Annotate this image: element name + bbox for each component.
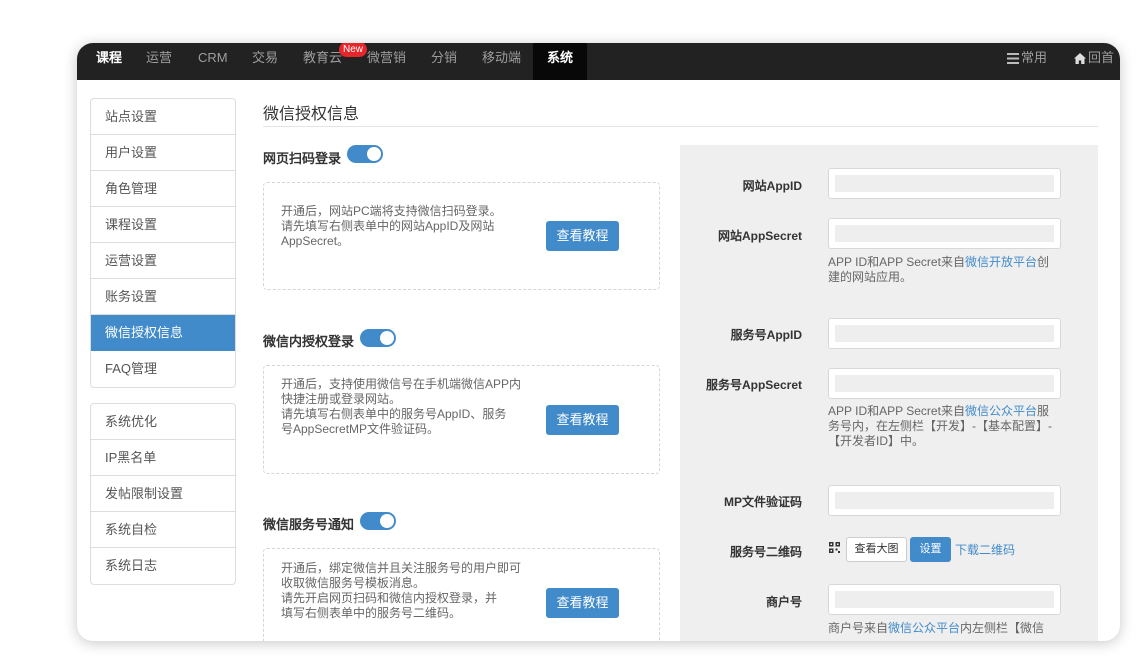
service-notify-tutorial-button[interactable]: 查看教程 <box>546 588 619 618</box>
service-appsecret-help: APP ID和APP Secret来自微信公众平台服 务号内，在左侧栏【开发】-… <box>828 404 1068 449</box>
sidebar-item-course[interactable]: 课程设置 <box>91 207 235 243</box>
help-text: 商户号来自 <box>828 621 889 635</box>
desc-line: 请先填写右侧表单中的服务号AppID、服务 <box>281 407 507 421</box>
sidebar-settings-group: 站点设置 用户设置 角色管理 课程设置 运营设置 账务设置 微信授权信息 FAQ… <box>90 98 236 388</box>
sidebar-item-account[interactable]: 账务设置 <box>91 279 235 315</box>
help-text: 内左侧栏【微信 <box>960 621 1045 635</box>
merchant-id-label: 商户号 <box>765 595 802 609</box>
section-title-web-scan: 网页扫码登录 <box>263 151 342 166</box>
wechat-public-platform-link[interactable]: 微信公众平台 <box>965 404 1037 418</box>
merchant-id-help: 商户号来自微信公众平台内左侧栏【微信 <box>828 621 1068 636</box>
section-title-service-notify: 微信服务号通知 <box>263 517 355 532</box>
wechat-open-platform-link[interactable]: 微信开放平台 <box>965 255 1037 269</box>
sidebar-item-user[interactable]: 用户设置 <box>91 135 235 171</box>
qrcode-icon <box>829 542 840 553</box>
download-qrcode-link[interactable]: 下载二维码 <box>955 541 1015 558</box>
set-qrcode-button[interactable]: 设置 <box>910 537 951 562</box>
desc-line: 号AppSecretMP文件验证码。 <box>281 422 440 436</box>
nav-trade[interactable]: 交易 <box>252 43 278 80</box>
desc-line: 收取微信服务号模板消息。 <box>281 576 426 590</box>
sidebar-item-ip-blacklist[interactable]: IP黑名单 <box>91 440 235 476</box>
service-notify-toggle[interactable] <box>360 512 396 530</box>
sidebar-system-group: 系统优化 IP黑名单 发帖限制设置 系统自检 系统日志 <box>90 403 236 585</box>
section-title-wechat-auth: 微信内授权登录 <box>263 334 355 349</box>
nav-favorites-label: 常用 <box>1021 50 1048 65</box>
desc-line: 请先开启网页扫码和微信内授权登录，并 <box>281 591 498 605</box>
service-notify-description: 开通后，绑定微信并且关注服务号的用户即可 收取微信服务号模板消息。 请先开启网页… <box>281 561 541 621</box>
sidebar-item-post-limit[interactable]: 发帖限制设置 <box>91 476 235 512</box>
wechat-auth-tutorial-button[interactable]: 查看教程 <box>546 405 619 435</box>
view-large-button[interactable]: 查看大图 <box>846 537 907 562</box>
desc-line: 快捷注册或登录网站。 <box>281 392 402 406</box>
sidebar-item-site[interactable]: 站点设置 <box>91 99 235 135</box>
site-appsecret-help: APP ID和APP Secret来自微信开放平台创 建的网站应用。 <box>828 255 1068 285</box>
wechat-auth-toggle[interactable] <box>360 329 396 347</box>
desc-line: 开通后，网站PC端将支持微信扫码登录。 <box>281 204 502 218</box>
help-text: 创 <box>1036 255 1049 269</box>
sidebar-item-role[interactable]: 角色管理 <box>91 171 235 207</box>
sidebar-item-operation[interactable]: 运营设置 <box>91 243 235 279</box>
web-scan-tutorial-button[interactable]: 查看教程 <box>546 221 619 251</box>
desc-line: 开通后，支持使用微信号在手机端微信APP内 <box>281 377 522 391</box>
service-appid-label: 服务号AppID <box>730 328 802 342</box>
help-text: 务号内，在左侧栏【开发】-【基本配置】- <box>828 419 1052 433</box>
page-title: 微信授权信息 <box>263 106 360 123</box>
service-appid-input[interactable] <box>828 318 1061 349</box>
desc-line: 开通后，绑定微信并且关注服务号的用户即可 <box>281 561 522 575</box>
nav-mobile[interactable]: 移动端 <box>482 43 521 80</box>
help-text: 服 <box>1036 404 1049 418</box>
nav-home[interactable]: 回首 <box>1074 43 1114 80</box>
sidebar-item-wechat-auth[interactable]: 微信授权信息 <box>91 315 235 351</box>
site-appsecret-input[interactable] <box>828 218 1061 249</box>
nav-system[interactable]: 系统 <box>533 43 588 80</box>
sidebar-item-log[interactable]: 系统日志 <box>91 548 235 584</box>
web-scan-description: 开通后，网站PC端将支持微信扫码登录。 请先填写右侧表单中的网站AppID及网站… <box>281 204 541 249</box>
site-appsecret-label: 网站AppSecret <box>717 229 802 243</box>
sidebar-item-optimize[interactable]: 系统优化 <box>91 404 235 440</box>
sidebar-item-self-check[interactable]: 系统自检 <box>91 512 235 548</box>
nav-course[interactable]: 课程 <box>96 43 122 80</box>
sidebar-item-faq[interactable]: FAQ管理 <box>91 351 235 387</box>
site-appid-label: 网站AppID <box>742 179 802 193</box>
merchant-id-input[interactable] <box>828 584 1061 615</box>
qrcode-label: 服务号二维码 <box>729 545 802 559</box>
home-icon <box>1074 53 1086 64</box>
nav-micro-marketing[interactable]: 微营销 <box>367 43 406 80</box>
title-divider <box>263 126 1098 127</box>
wechat-public-platform-link-2[interactable]: 微信公众平台 <box>888 621 960 635</box>
new-badge: New <box>339 43 368 57</box>
nav-operation[interactable]: 运营 <box>146 43 172 80</box>
top-navbar: 课程 运营 CRM 交易 教育云 New 微营销 分销 移动端 系统 常用 回首 <box>77 43 1120 80</box>
list-icon <box>1007 53 1019 64</box>
desc-line: 请先填写右侧表单中的网站AppID及网站 <box>281 219 495 233</box>
app-window: 课程 运营 CRM 交易 教育云 New 微营销 分销 移动端 系统 常用 回首… <box>77 43 1120 641</box>
help-text: 【开发者ID】中。 <box>828 434 925 448</box>
service-appsecret-label: 服务号AppSecret <box>705 378 802 392</box>
help-text: 建的网站应用。 <box>828 270 913 284</box>
service-appsecret-input[interactable] <box>828 368 1061 399</box>
desc-line: 填写右侧表单中的服务号二维码。 <box>281 606 462 620</box>
web-scan-toggle[interactable] <box>347 145 383 163</box>
mp-file-label: MP文件验证码 <box>723 495 802 509</box>
help-text: APP ID和APP Secret来自 <box>828 255 965 269</box>
mp-file-input[interactable] <box>828 485 1061 516</box>
help-text: APP ID和APP Secret来自 <box>828 404 965 418</box>
wechat-auth-description: 开通后，支持使用微信号在手机端微信APP内 快捷注册或登录网站。 请先填写右侧表… <box>281 377 541 437</box>
nav-favorites[interactable]: 常用 <box>1007 43 1047 80</box>
nav-edu-cloud[interactable]: 教育云 <box>303 43 342 80</box>
nav-home-label: 回首 <box>1088 50 1115 65</box>
site-appid-input[interactable] <box>828 168 1061 199</box>
desc-line: AppSecret。 <box>281 234 350 248</box>
nav-distribution[interactable]: 分销 <box>431 43 457 80</box>
nav-crm[interactable]: CRM <box>198 43 228 80</box>
